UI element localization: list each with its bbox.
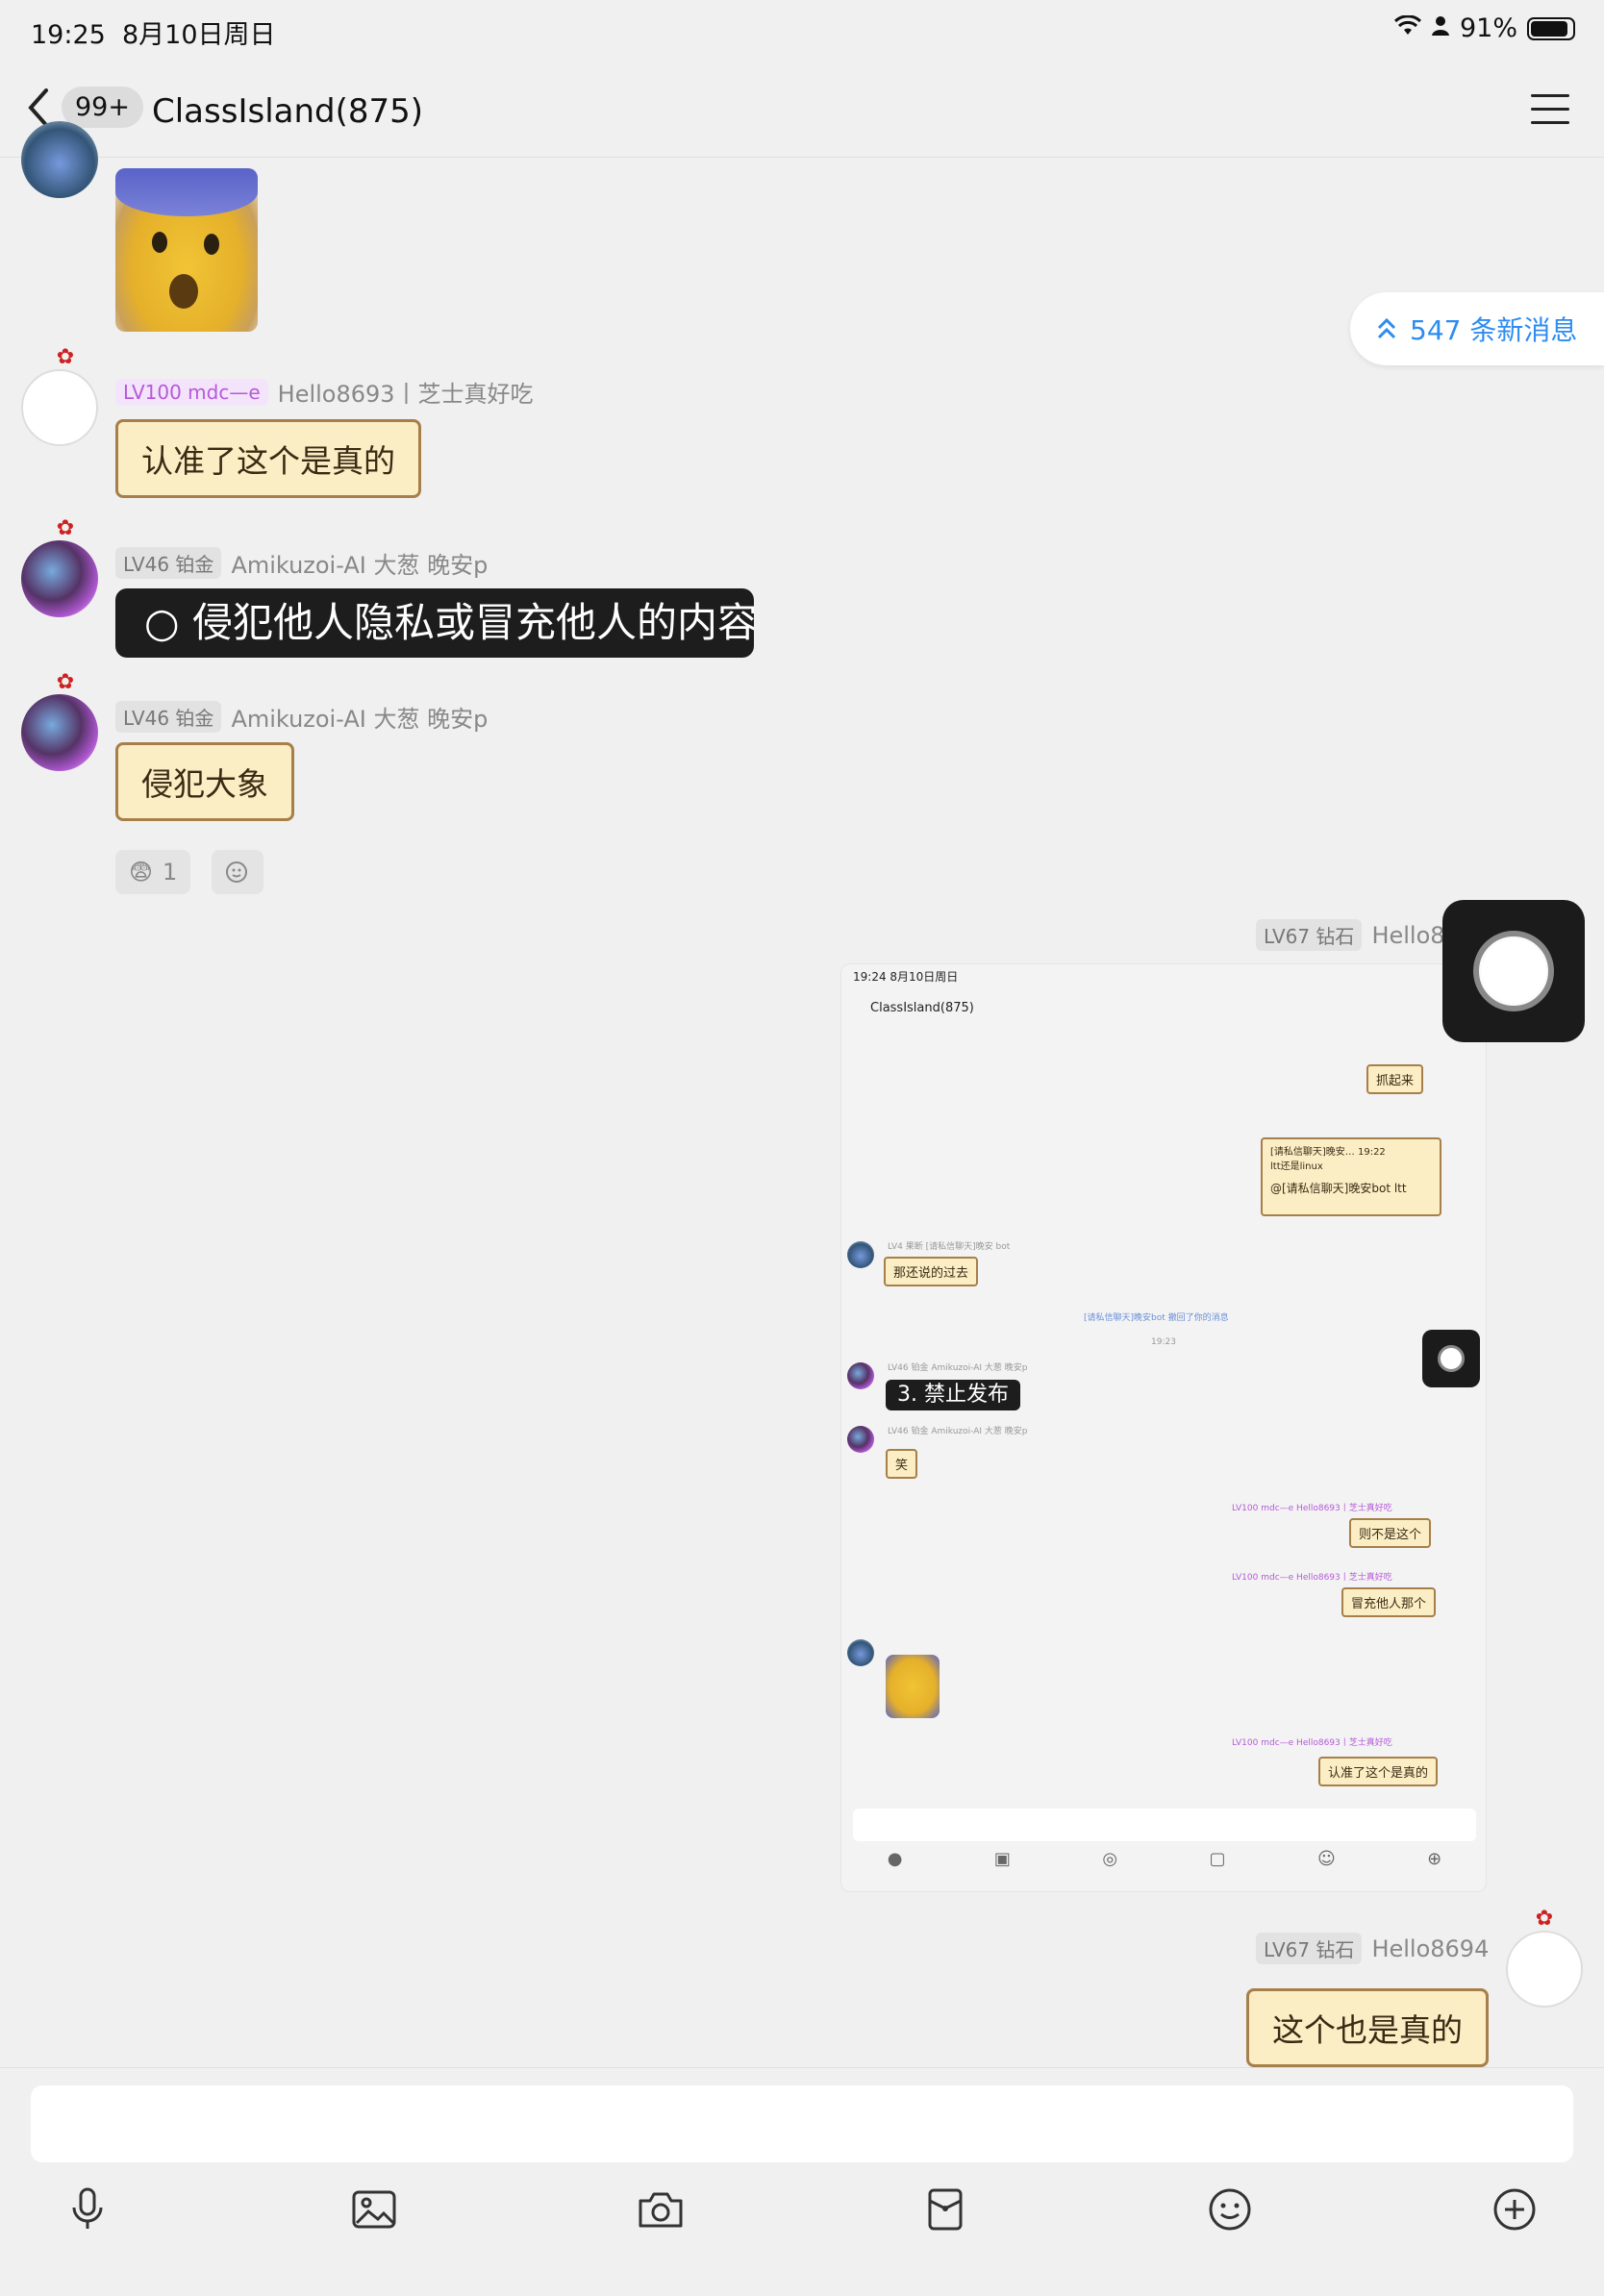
shot-status: 19:24 8月10日周日 (853, 970, 959, 984)
message-text: 这个也是真的 (1272, 2011, 1463, 2049)
screenshot-image[interactable]: 19:24 8月10日周日 ClassIsland(875) 抓起来 [请私信聊… (840, 963, 1487, 1892)
shot-bot-bubble: 那还说的过去 (884, 1257, 979, 1286)
add-emoji-icon (226, 861, 247, 883)
plus-button[interactable] (1481, 2176, 1548, 2243)
sender-name[interactable]: Hello8693丨芝士真好吃 (278, 375, 534, 409)
shot-amik-name: LV46 铂金 Amikuzoi-AI 大葱 晚安p (888, 1363, 1028, 1373)
double-chevron-up-icon (1377, 317, 1396, 339)
level-badge: LV46 铂金 (115, 547, 222, 579)
shot-quote-bubble: [请私信聊天]晚安… 19:22 ltt还是linux @[请私信聊天]晚安bo… (1261, 1137, 1441, 1216)
avatar[interactable] (21, 369, 98, 446)
reaction-emoji: 😨 (129, 859, 154, 886)
sender-name[interactable]: Amikuzoi-AI 大葱 晚安p (231, 546, 488, 580)
shot-dark-image: 3. 禁止发布 (886, 1380, 1020, 1410)
home-circle-icon (1473, 931, 1554, 1011)
mic-icon (72, 2187, 103, 2229)
message-text: 侵犯大象 (141, 765, 268, 803)
red-packet-icon (928, 2188, 963, 2231)
status-bar: 19:25 8月10日周日 91% (0, 0, 1604, 62)
chat-title[interactable]: ClassIsland(875) (152, 92, 423, 131)
message-meta: LV67 钻石 Hello8694 (1256, 1933, 1489, 1964)
message-input[interactable] (31, 2085, 1573, 2162)
shot-quote-reply: @[请私信聊天]晚安bot ltt (1270, 1182, 1407, 1195)
red-packet-button[interactable] (912, 2176, 979, 2243)
person-icon (1431, 13, 1450, 43)
shot-bubble: 认准了这个是真的 (1318, 1757, 1439, 1786)
reaction-chip[interactable]: 😨 1 (115, 850, 191, 894)
status-right: 91% (1393, 13, 1575, 43)
message-meta: LV100 mdc—e Hello8693丨芝士真好吃 (115, 375, 534, 409)
shot-avatar (847, 1426, 874, 1453)
shot-bubble: 则不是这个 (1349, 1518, 1432, 1548)
shot-quote-head: [请私信聊天]晚安… 19:22 (1270, 1147, 1386, 1158)
camera-icon (639, 2192, 683, 2228)
battery-icon (1527, 16, 1575, 40)
shot-sticker (886, 1655, 940, 1718)
emoji-icon (1209, 2188, 1251, 2231)
shot-input (853, 1809, 1476, 1841)
chat-header: 99+ ClassIsland(875) (0, 67, 1604, 158)
status-time: 19:25 8月10日周日 (31, 20, 276, 50)
shot-avatar (847, 1241, 874, 1268)
flower-icon: ✿ (56, 345, 75, 369)
shot-amik-name: LV46 铂金 Amikuzoi-AI 大葱 晚安p (888, 1427, 1028, 1436)
avatar[interactable] (21, 694, 98, 771)
message-bubble[interactable]: 认准了这个是真的 (115, 419, 421, 498)
shot-assistive-touch (1422, 1330, 1480, 1387)
shot-avatar (847, 1639, 874, 1666)
shot-h-name: LV100 mdc—e Hello8693丨芝士真好吃 (1232, 1738, 1392, 1748)
add-reaction-button[interactable] (212, 850, 263, 894)
sender-name[interactable]: Hello8694 (1371, 1935, 1489, 1962)
menu-button[interactable] (1531, 94, 1569, 127)
message-text: 认准了这个是真的 (141, 442, 395, 480)
avatar[interactable] (21, 540, 98, 617)
message-meta: LV46 铂金 Amikuzoi-AI 大葱 晚安p (115, 700, 488, 734)
unread-badge[interactable]: 99+ (62, 87, 143, 128)
emoji-button[interactable] (1196, 2176, 1264, 2243)
shot-recall: [请私信聊天]晚安bot 撤回了你的消息 (1084, 1313, 1229, 1323)
shot-title: ClassIsland(875) (870, 1001, 974, 1015)
reaction-count: 1 (163, 859, 178, 886)
avatar[interactable] (21, 121, 98, 198)
plus-icon (1493, 2188, 1536, 2231)
message-bubble[interactable]: 这个也是真的 (1246, 1988, 1489, 2067)
shot-h-name: LV100 mdc—e Hello8693丨芝士真好吃 (1232, 1504, 1392, 1513)
sticker-image[interactable] (115, 168, 258, 332)
new-messages-label: 547 条新消息 (1410, 314, 1578, 346)
wifi-icon (1393, 13, 1422, 43)
assistive-touch-button[interactable] (1442, 900, 1585, 1042)
shot-bot-name: LV4 果断 [请私信聊天]晚安 bot (888, 1242, 1011, 1252)
image-message[interactable]: ○ 侵犯他人隐私或冒充他人的内容 (115, 588, 754, 658)
level-badge: LV100 mdc—e (115, 378, 268, 406)
level-badge: LV67 钻石 (1256, 919, 1363, 951)
shot-h-name: LV100 mdc—e Hello8693丨芝士真好吃 (1232, 1573, 1392, 1583)
input-bar (0, 2067, 1604, 2296)
message-bubble[interactable]: 侵犯大象 (115, 742, 294, 821)
shot-time: 19:23 (1151, 1337, 1176, 1347)
shot-bubble: 冒充他人那个 (1341, 1587, 1437, 1617)
image-text: ○ 侵犯他人隐私或冒充他人的内容 (144, 599, 754, 646)
level-badge: LV46 铂金 (115, 701, 222, 733)
shot-bubble: 抓起来 (1366, 1064, 1424, 1094)
shot-avatar (847, 1362, 874, 1389)
flower-icon: ✿ (56, 516, 75, 540)
flower-icon: ✿ (1535, 1907, 1554, 1931)
shot-quote-body: ltt还是linux (1270, 1161, 1323, 1172)
message-meta: LV46 铂金 Amikuzoi-AI 大葱 晚安p (115, 546, 488, 580)
mic-button[interactable] (54, 2176, 121, 2243)
shot-toolbar: ● ▣ ◎ ▢ ☺ ⊕ (887, 1849, 1442, 1869)
new-messages-button[interactable]: 547 条新消息 (1350, 292, 1604, 365)
sender-name[interactable]: Amikuzoi-AI 大葱 晚安p (231, 700, 488, 734)
shot-bubble: 笑 (886, 1449, 918, 1479)
flower-icon: ✿ (56, 670, 75, 694)
image-icon (352, 2190, 396, 2229)
image-button[interactable] (340, 2176, 408, 2243)
level-badge: LV67 钻石 (1256, 1933, 1363, 1964)
battery-percent: 91% (1459, 13, 1517, 43)
camera-button[interactable] (627, 2176, 694, 2243)
avatar[interactable] (1506, 1931, 1583, 2008)
